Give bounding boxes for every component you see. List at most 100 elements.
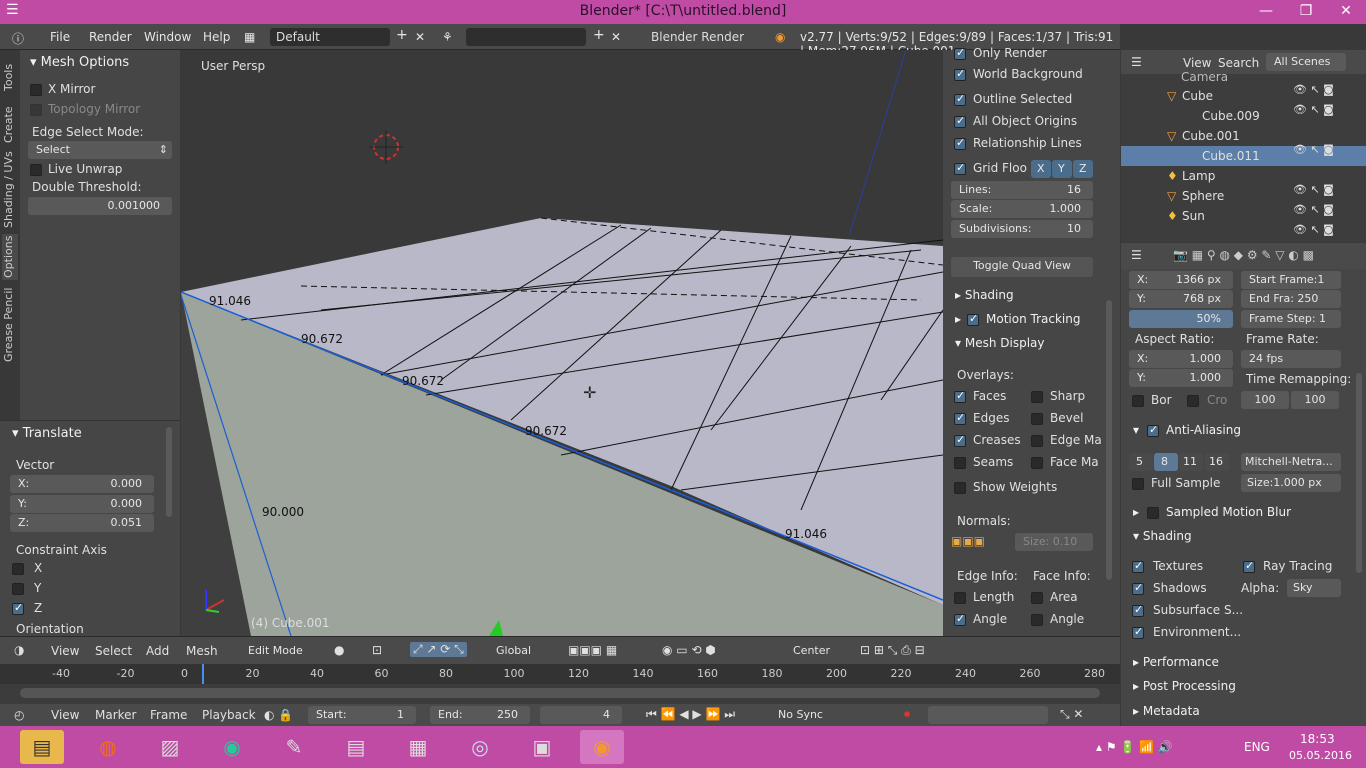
menu-file[interactable]: File [50, 30, 70, 44]
properties-scrollbar[interactable] [1356, 373, 1362, 573]
npanel-scrollbar[interactable] [1106, 300, 1112, 580]
info-editor-icon[interactable]: ⓘ [12, 30, 24, 47]
menu-select[interactable]: Select [95, 644, 132, 658]
aa-11-button[interactable]: 11 [1179, 453, 1203, 471]
environment-checkbox[interactable] [1132, 625, 1144, 639]
aa-5-button[interactable]: 5 [1129, 453, 1153, 471]
creases-checkbox[interactable] [954, 433, 966, 447]
remove-screen-icon[interactable]: ✕ [415, 30, 425, 44]
tab-tools[interactable]: Tools [2, 58, 18, 96]
start-frame-field[interactable]: Start Frame:1 [1241, 271, 1341, 289]
tab-create[interactable]: Create [2, 102, 18, 148]
blender-taskbar-icon[interactable]: ◉ [580, 730, 624, 764]
end-frame-field[interactable]: End Fra: 250 [1241, 290, 1341, 308]
aa-filter-select[interactable]: Mitchell-Netra... [1241, 453, 1341, 471]
normals-size-field[interactable]: Size: 0.10 [1015, 533, 1093, 551]
timeline-view-menu[interactable]: View [51, 708, 79, 722]
control-panel-icon[interactable]: ▣ [520, 730, 564, 764]
current-frame-field[interactable]: 4 [540, 706, 622, 724]
firefox-icon[interactable]: ◍ [86, 730, 130, 764]
edges-checkbox[interactable] [954, 411, 966, 425]
motion-blur-checkbox[interactable] [1147, 507, 1159, 519]
live-unwrap-checkbox[interactable] [30, 164, 42, 176]
properties-editor-icon[interactable]: ☰ [1131, 248, 1142, 262]
double-threshold-field[interactable]: 0.001000 [28, 197, 172, 215]
timeline-frame-menu[interactable]: Frame [150, 708, 187, 722]
x-mirror-checkbox[interactable] [30, 84, 42, 96]
edge-select-dropdown[interactable]: Select ⇕ [28, 141, 172, 159]
ray-tracing-checkbox[interactable] [1243, 559, 1255, 573]
resolution-percent-field[interactable]: 50% [1129, 310, 1233, 328]
render-tab-icons[interactable]: 📷 ▦ ⚲ ◍ ◆ ⚙ ✎ ▽ ◐ ▩ [1173, 248, 1314, 262]
snap-icons[interactable]: ⊡ ⊞ ⤡ ⎙ ⊟ [860, 643, 925, 658]
seams-checkbox[interactable] [954, 457, 966, 469]
view3d-editor-icon[interactable]: ◑ [14, 643, 24, 657]
show-weights-checkbox[interactable] [954, 482, 966, 494]
outliner-visibility-icons[interactable]: 👁 ↖ ◙ 👁 ↖ ◙ 👁 ↖ ◙ 👁 ↖ ◙ 👁 ↖ ◙ 👁 ↖ ◙ [1293, 80, 1343, 236]
calculator-icon[interactable]: ▦ [396, 730, 440, 764]
constraint-y-checkbox[interactable] [12, 583, 24, 595]
world-background-checkbox[interactable] [954, 67, 966, 81]
menu-mesh[interactable]: Mesh [186, 644, 218, 658]
face-marks-checkbox[interactable] [1031, 457, 1043, 469]
metadata-header[interactable]: ▸ Metadata [1133, 704, 1200, 718]
chrome-icon[interactable]: ◉ [210, 730, 254, 764]
only-render-checkbox[interactable] [954, 46, 966, 60]
mode-select[interactable]: Edit Mode [228, 642, 322, 660]
current-frame-marker[interactable] [202, 664, 204, 684]
aspect-y-field[interactable]: Y: 1.000 [1129, 369, 1233, 387]
textures-checkbox[interactable] [1132, 559, 1144, 573]
scene-icon[interactable]: ⚘ [442, 30, 453, 44]
render-shading-header[interactable]: ▾ Shading [1133, 529, 1192, 543]
resolution-x-field[interactable]: X: 1366 px [1129, 271, 1233, 289]
start-frame-field[interactable]: Start: 1 [308, 706, 416, 724]
properties-tabs[interactable]: ☰ 📷 ▦ ⚲ ◍ ◆ ⚙ ✎ ▽ ◐ ▩ [1121, 243, 1366, 269]
menu-add[interactable]: Add [146, 644, 169, 658]
manipulator-toggles[interactable]: ⤢ ↗ ⟳ ⤡ [410, 642, 467, 657]
faces-checkbox[interactable] [954, 389, 966, 403]
viewport-shading-icon[interactable]: ● [334, 643, 344, 657]
keying-icons[interactable]: ◐ 🔒 [264, 708, 293, 722]
grid-floor-checkbox[interactable] [954, 161, 966, 175]
aa-size-field[interactable]: Size:1.000 px [1241, 474, 1341, 492]
aspect-x-field[interactable]: X: 1.000 [1129, 350, 1233, 368]
timeline-scrollbar[interactable] [0, 684, 1120, 704]
constraint-z-checkbox[interactable] [12, 601, 24, 615]
translate-header[interactable]: ▾ Translate [12, 426, 82, 441]
all-origins-checkbox[interactable] [954, 114, 966, 128]
anti-aliasing-header[interactable]: ▾ [1133, 423, 1139, 437]
playback-controls[interactable]: ⏮ ⏪ ◀ ▶ ⏩ ⏭ [646, 707, 735, 722]
add-screen-icon[interactable]: + [396, 27, 408, 43]
translate-scrollbar[interactable] [166, 427, 172, 517]
file-explorer-icon[interactable]: ▤ [20, 730, 64, 764]
sync-select[interactable]: No Sync [770, 706, 882, 724]
proportional-icons[interactable]: ◉ ▭ ⟲ ⬢ [662, 643, 716, 657]
remap-old-field[interactable]: 100 [1241, 391, 1289, 409]
end-frame-field[interactable]: End: 250 [430, 706, 530, 724]
frame-rate-select[interactable]: 24 fps [1241, 350, 1341, 368]
mesh-display-header[interactable]: ▾ Mesh Display [955, 336, 1044, 350]
tab-options[interactable]: Options [2, 234, 18, 280]
resolution-y-field[interactable]: Y: 768 px [1129, 290, 1233, 308]
performance-monitor-icon[interactable]: ▨ [148, 730, 192, 764]
3d-viewport[interactable]: User Persp 91.046 90.672 90.672 90.672 9… [181, 50, 943, 636]
shadows-checkbox[interactable] [1132, 581, 1144, 595]
menu-view[interactable]: View [51, 644, 79, 658]
normals-icons[interactable]: ▣▣▣ [951, 534, 985, 548]
minimize-button[interactable]: — [1246, 0, 1286, 24]
anti-aliasing-checkbox[interactable] [1147, 423, 1159, 437]
timeline-editor-icon[interactable]: ◴ [14, 708, 24, 722]
paint-icon[interactable]: ✎ [272, 730, 316, 764]
grid-scale-field[interactable]: Scale: 1.000 [951, 200, 1093, 218]
vector-z-field[interactable]: Z: 0.051 [10, 514, 154, 532]
remove-scene-icon[interactable]: ✕ [611, 30, 621, 44]
bevel-checkbox[interactable] [1031, 413, 1043, 425]
performance-header[interactable]: ▸ Performance [1133, 655, 1219, 669]
language-indicator[interactable]: ENG [1244, 740, 1270, 754]
outline-selected-checkbox[interactable] [954, 92, 966, 106]
maximize-button[interactable]: ❐ [1286, 0, 1326, 24]
menu-help[interactable]: Help [203, 30, 230, 44]
motion-tracking-header[interactable]: ▸ [955, 312, 961, 326]
clock-date[interactable]: 05.05.2016 [1289, 749, 1352, 762]
motion-tracking-checkbox[interactable] [967, 312, 979, 326]
